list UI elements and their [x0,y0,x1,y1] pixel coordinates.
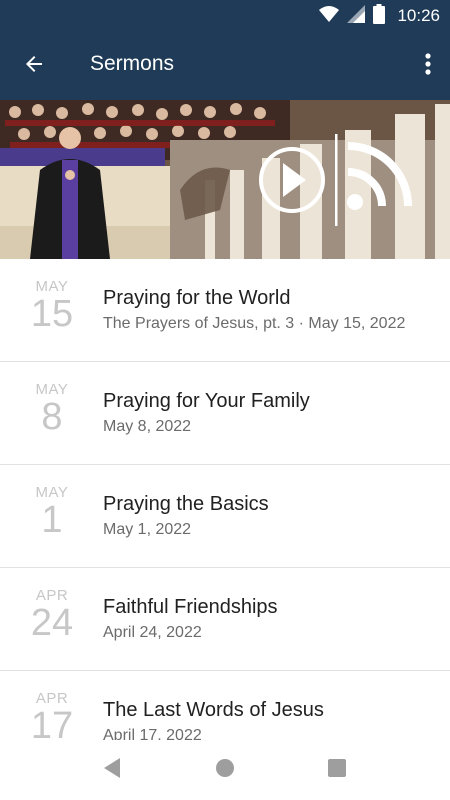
sermon-day: 1 [41,499,63,541]
arrow-left-icon [22,52,46,81]
sermon-title: Praying for Your Family [103,390,310,412]
sermon-date: MAY 8 [18,382,86,438]
page-title: Sermons [90,52,175,75]
sermon-subtitle: April 24, 2022 [103,624,202,641]
signal-icon [347,4,366,28]
back-triangle-icon [102,757,122,784]
sermon-title: The Last Words of Jesus [103,699,324,721]
app-bar: Sermons [0,32,450,100]
sermon-date: MAY 1 [18,485,86,541]
nav-recents-button[interactable] [325,758,349,782]
sermon-subtitle: The Prayers of Jesus, pt. 3 · May 15, 20… [103,315,406,332]
sermon-title: Faithful Friendships [103,596,278,618]
sermon-date: APR 17 [18,691,86,746]
more-vertical-icon [425,52,431,80]
nav-back-button[interactable] [100,757,124,784]
sermon-day: 24 [30,602,74,644]
sermon-date: MAY 15 [18,279,86,335]
recents-square-icon [327,758,347,783]
sermon-item[interactable]: APR 24 Faithful Friendships April 24, 20… [0,568,450,671]
rss-feed-icon[interactable] [347,142,412,210]
sermon-title: Praying the Basics [103,493,269,515]
sermon-item[interactable]: MAY 15 Praying for the World The Prayers… [0,259,450,362]
home-circle-icon [215,758,235,783]
back-button[interactable] [18,50,50,82]
more-options-button[interactable] [420,50,436,82]
sermon-title: Praying for the World [103,287,291,309]
sermon-hero-image[interactable] [0,100,450,259]
play-circle-icon[interactable] [259,147,325,213]
sermon-date: APR 24 [18,588,86,644]
sermon-item[interactable]: MAY 8 Praying for Your Family May 8, 202… [0,362,450,465]
battery-icon [373,3,386,29]
sermon-day: 15 [30,293,74,335]
status-bar: 10:26 [0,0,450,32]
nav-home-button[interactable] [213,758,237,782]
sermon-list: MAY 15 Praying for the World The Prayers… [0,259,450,773]
sermon-subtitle: May 1, 2022 [103,521,192,538]
hero-divider [335,134,338,226]
hero-overlay [259,134,412,226]
system-nav-bar [0,740,450,800]
status-icons: 10:26 [319,3,440,29]
wifi-icon [319,5,340,27]
sermon-item[interactable]: MAY 1 Praying the Basics May 1, 2022 [0,465,450,568]
status-time: 10:26 [397,6,440,25]
sermon-subtitle: May 8, 2022 [103,418,192,435]
sermon-day: 8 [41,396,63,438]
